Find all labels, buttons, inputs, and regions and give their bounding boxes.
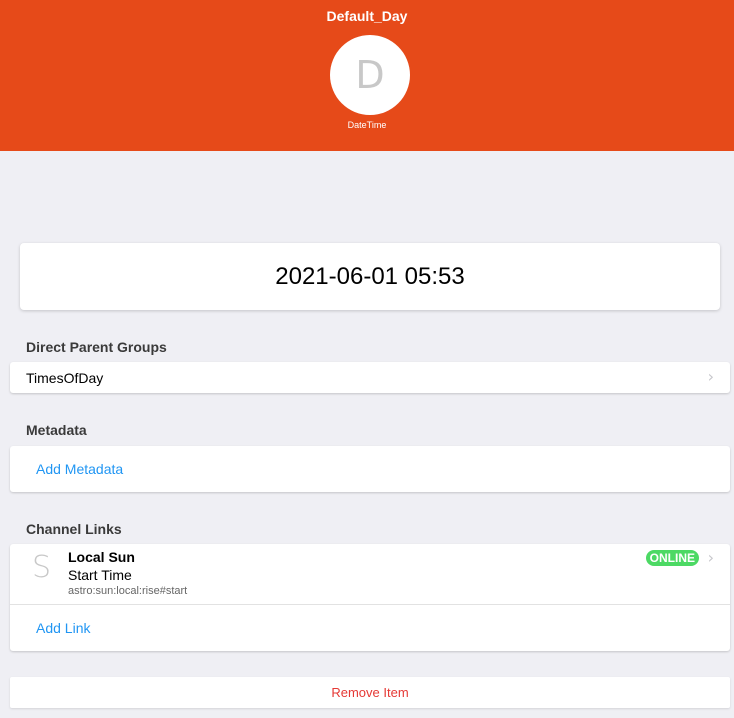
remove-item-label: Remove Item <box>331 685 409 700</box>
item-state-card[interactable]: 2021-06-01 05:53 <box>20 243 720 310</box>
item-title: Default_Day <box>326 8 408 24</box>
parent-group-label: TimesOfDay <box>26 369 104 386</box>
parent-group-item[interactable]: TimesOfDay › <box>10 362 730 393</box>
status-badge: ONLINE <box>645 550 699 566</box>
add-link-button[interactable]: Add Link <box>10 605 730 651</box>
channel-thing-label: Local Sun <box>68 549 135 565</box>
metadata-card: Add Metadata <box>10 446 730 492</box>
chevron-right-icon: › <box>707 367 714 386</box>
item-avatar: D <box>330 35 410 115</box>
remove-item-button[interactable]: Remove Item <box>10 677 730 708</box>
add-link-label: Add Link <box>36 620 91 636</box>
channel-link-item[interactable]: S Local Sun Start Time astro:sun:local:r… <box>10 544 730 604</box>
parent-groups-card: TimesOfDay › <box>10 362 730 393</box>
channel-links-title: Channel Links <box>26 521 122 537</box>
add-metadata-label: Add Metadata <box>36 461 124 477</box>
chevron-right-icon: › <box>707 548 714 567</box>
channel-avatar: S <box>32 550 52 585</box>
item-header: Default_Day D DateTime <box>0 0 734 151</box>
channel-uid-label: astro:sun:local:rise#start <box>68 585 188 597</box>
parent-groups-title: Direct Parent Groups <box>26 339 167 355</box>
metadata-title: Metadata <box>26 422 87 438</box>
channel-name-label: Start Time <box>68 567 132 583</box>
item-type-label: DateTime <box>347 120 387 130</box>
add-metadata-button[interactable]: Add Metadata <box>10 446 730 492</box>
channel-links-card: S Local Sun Start Time astro:sun:local:r… <box>10 544 730 651</box>
item-state-value: 2021-06-01 05:53 <box>275 263 465 290</box>
